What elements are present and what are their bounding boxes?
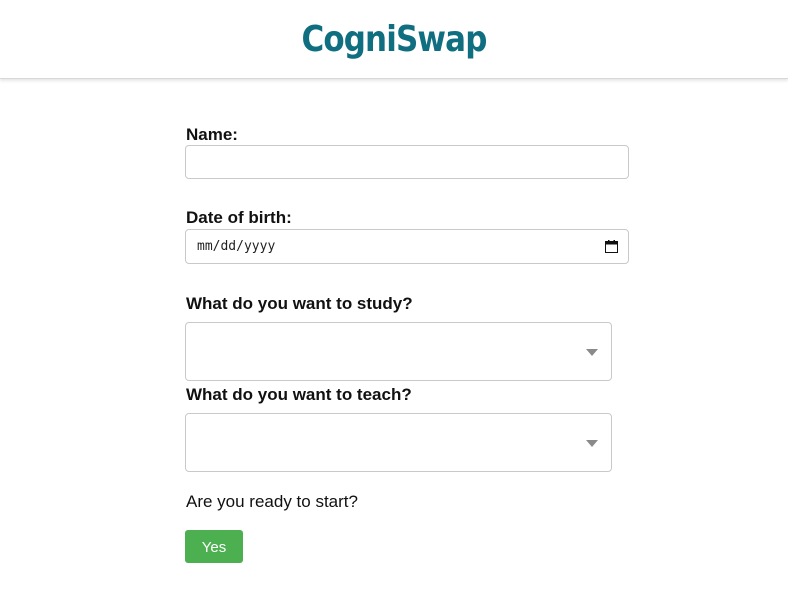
name-label: Name:: [186, 125, 238, 144]
dob-placeholder: mm/dd/yyyy: [197, 239, 276, 254]
dob-input[interactable]: mm/dd/yyyy: [185, 229, 629, 264]
chevron-down-icon: [586, 440, 598, 447]
brand-logo: CogniSwap: [301, 19, 487, 60]
study-label: What do you want to study?: [186, 294, 413, 313]
site-header: CogniSwap: [0, 0, 788, 79]
chevron-down-icon: [586, 349, 598, 356]
ready-question: Are you ready to start?: [186, 492, 358, 511]
study-select[interactable]: [185, 322, 612, 381]
dob-label: Date of birth:: [186, 208, 292, 227]
teach-label: What do you want to teach?: [186, 385, 412, 404]
teach-select[interactable]: [185, 413, 612, 472]
yes-button[interactable]: Yes: [185, 530, 243, 563]
calendar-icon[interactable]: [605, 240, 618, 253]
name-input[interactable]: [185, 145, 629, 179]
